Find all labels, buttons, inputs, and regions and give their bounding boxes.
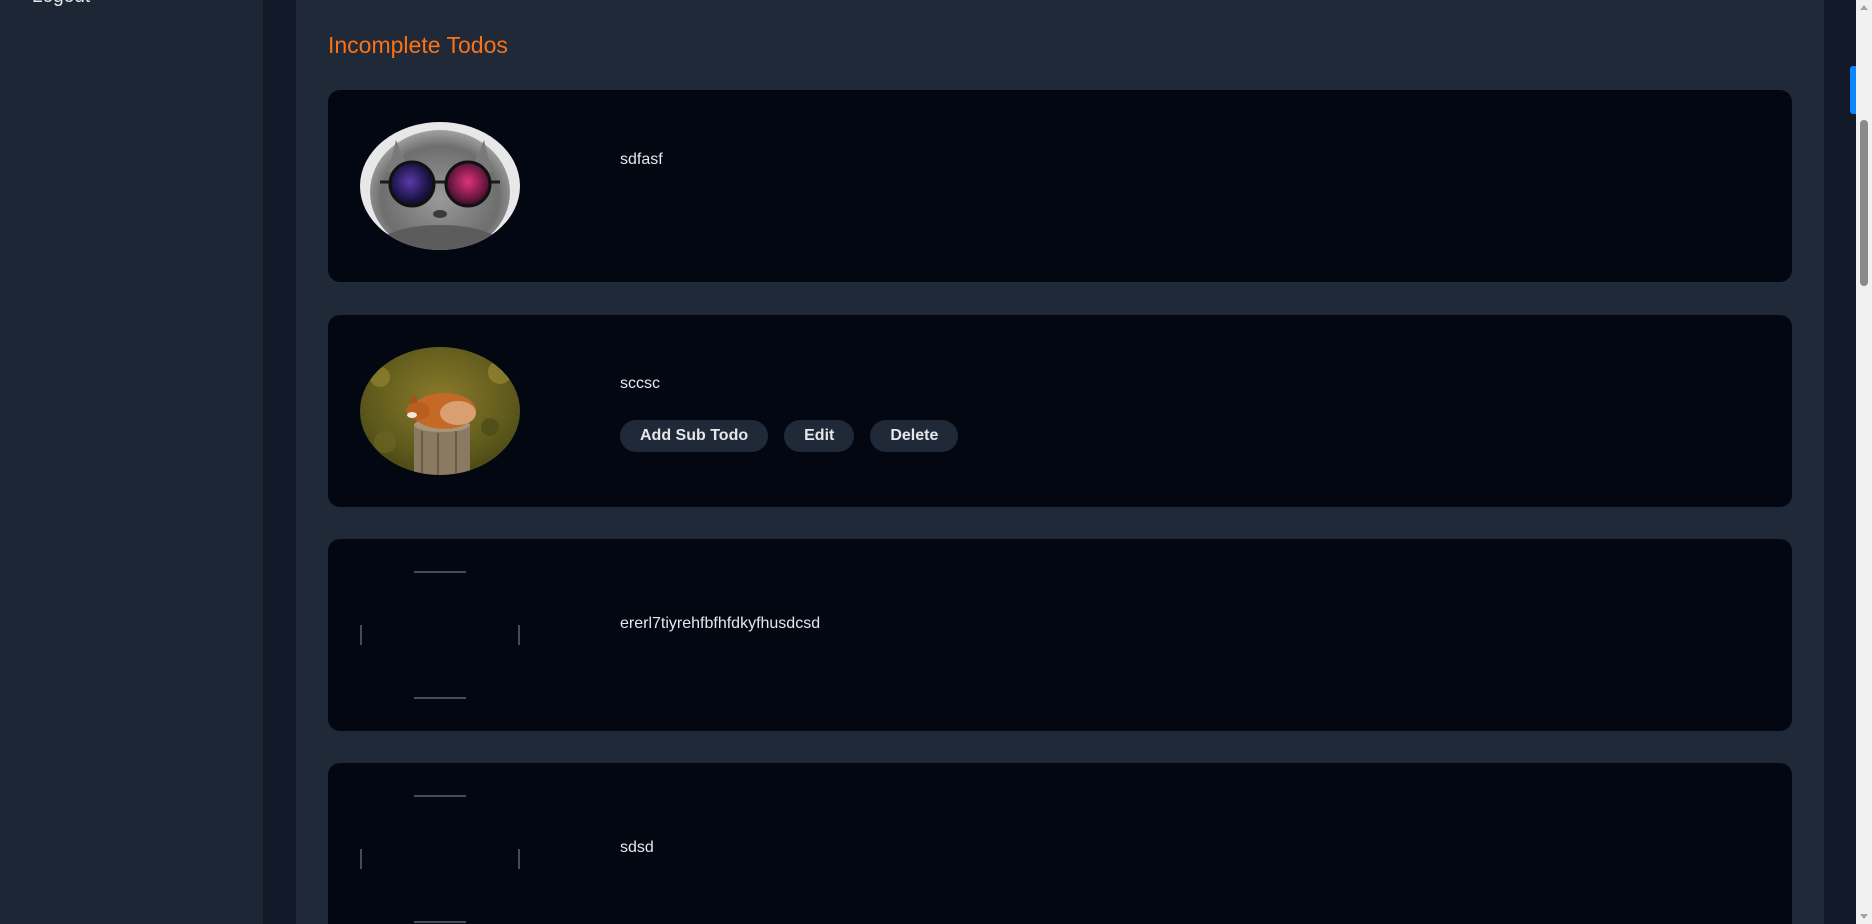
todo-card: sdsd	[328, 763, 1792, 924]
todo-actions: Add Sub Todo Edit Delete	[620, 420, 959, 452]
left-gutter	[264, 0, 296, 924]
main-panel: Incomplete Todos sdfasf sccsc Add Sub To…	[296, 0, 1824, 924]
right-gutter	[1824, 0, 1856, 924]
todo-text: ererl7tiyrehfbfhfdkyfhusdcsd	[620, 615, 821, 632]
todo-card: ererl7tiyrehfbfhfdkyfhusdcsd	[328, 539, 1792, 731]
todo-image-fox	[360, 347, 520, 475]
sidebar: Logout	[0, 0, 264, 924]
logout-link[interactable]: Logout	[32, 0, 90, 8]
todo-image-broken	[360, 795, 520, 923]
todo-card: sdfasf	[328, 90, 1792, 282]
broken-image-icon	[360, 795, 520, 923]
add-sub-todo-button[interactable]: Add Sub Todo	[620, 420, 769, 452]
app-root: Logout Incomplete Todos	[0, 0, 1872, 924]
broken-image-icon	[360, 571, 520, 699]
todo-image-broken	[360, 571, 520, 699]
todo-card: sccsc Add Sub Todo Edit Delete	[328, 315, 1792, 507]
scroll-up-arrow-icon[interactable]	[1860, 5, 1868, 10]
todo-text: sccsc	[620, 375, 660, 392]
delete-button[interactable]: Delete	[870, 420, 959, 452]
scrollbar-thumb[interactable]	[1860, 120, 1868, 286]
scroll-down-arrow-icon[interactable]	[1860, 914, 1868, 919]
edit-button[interactable]: Edit	[784, 420, 855, 452]
todo-text: sdsd	[620, 839, 654, 856]
fox-on-stump-image	[360, 347, 520, 475]
todo-image-cat	[360, 122, 520, 250]
page-scrollbar[interactable]	[1856, 0, 1872, 924]
cat-with-sunglasses-image	[360, 122, 520, 250]
section-title: Incomplete Todos	[328, 32, 508, 58]
todo-text: sdfasf	[620, 151, 663, 168]
